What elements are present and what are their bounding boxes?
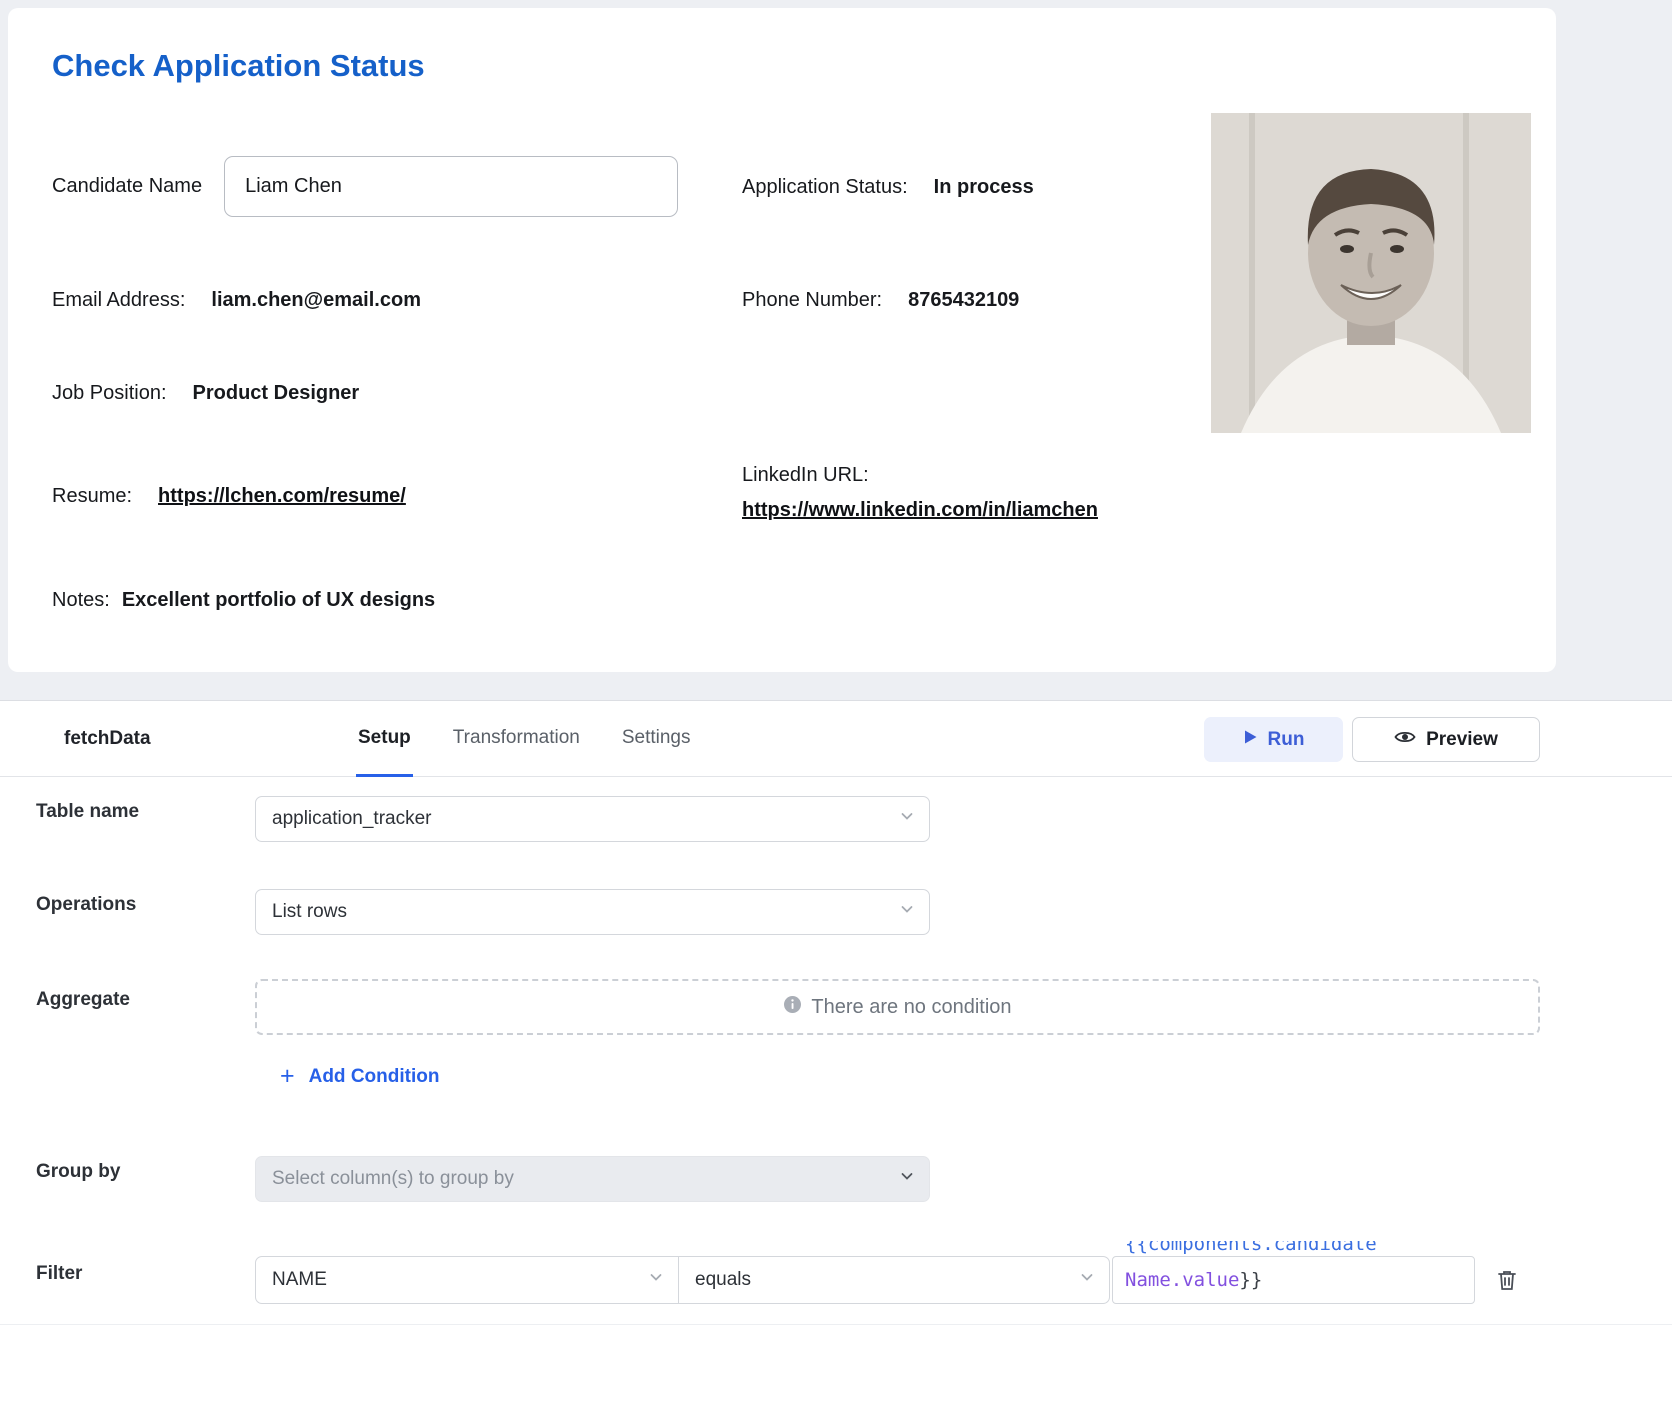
notes-label: Notes:: [52, 589, 110, 612]
query-name: fetchData: [64, 701, 151, 777]
table-name-select[interactable]: application_tracker: [255, 796, 930, 842]
notes-field: Notes: Excellent portfolio of UX designs: [52, 589, 435, 612]
linkedin-link[interactable]: https://www.linkedin.com/in/liamchen: [742, 499, 1098, 522]
eye-icon: [1394, 729, 1416, 751]
linkedin-field: LinkedIn URL: https://www.linkedin.com/i…: [742, 464, 1098, 522]
operations-select[interactable]: List rows: [255, 889, 930, 935]
group-by-select[interactable]: Select column(s) to group by: [255, 1156, 930, 1202]
candidate-name-label: Candidate Name: [52, 175, 202, 198]
table-name-label: Table name: [36, 801, 139, 823]
notes-value: Excellent portfolio of UX designs: [122, 589, 435, 612]
phone-value: 8765432109: [908, 289, 1019, 312]
resume-field: Resume: https://lchen.com/resume/: [52, 485, 406, 508]
email-value: liam.chen@email.com: [211, 289, 421, 312]
application-status-value: In process: [934, 176, 1034, 199]
app-canvas: Check Application Status Candidate Name: [0, 0, 1672, 1412]
plus-icon: +: [280, 1064, 295, 1089]
linkedin-label: LinkedIn URL:: [742, 464, 1098, 487]
group-by-placeholder: Select column(s) to group by: [272, 1168, 514, 1190]
chevron-down-icon: [1079, 1269, 1095, 1291]
aggregate-label: Aggregate: [36, 989, 130, 1011]
operations-label: Operations: [36, 894, 136, 916]
preview-button-label: Preview: [1426, 729, 1498, 751]
filter-value-input[interactable]: {{components.candidate Name.value}}: [1112, 1256, 1475, 1304]
filter-value-overflow-line: {{components.candidate: [1125, 1241, 1377, 1257]
chevron-down-icon: [899, 808, 915, 830]
group-by-label: Group by: [36, 1161, 120, 1183]
add-condition-label: Add Condition: [309, 1066, 440, 1088]
email-label: Email Address:: [52, 289, 185, 312]
application-status-label: Application Status:: [742, 176, 908, 199]
query-editor-header: fetchData Setup Transformation Settings …: [0, 701, 1672, 777]
trash-icon: [1496, 1268, 1518, 1295]
add-condition-button[interactable]: + Add Condition: [280, 1064, 439, 1089]
form-bottom-divider: [0, 1324, 1672, 1325]
tab-setup-label: Setup: [358, 727, 411, 749]
filter-operator-value: equals: [695, 1269, 751, 1291]
tab-transformation[interactable]: Transformation: [451, 701, 582, 777]
phone-field: Phone Number: 8765432109: [742, 289, 1019, 312]
page-title: Check Application Status: [52, 48, 425, 84]
run-button-label: Run: [1268, 729, 1305, 751]
candidate-name-field: Candidate Name: [52, 156, 678, 217]
query-editor-panel: fetchData Setup Transformation Settings …: [0, 700, 1672, 1412]
aggregate-empty-area: There are no condition: [255, 979, 1540, 1035]
email-field: Email Address: liam.chen@email.com: [52, 289, 421, 312]
operations-value: List rows: [272, 901, 347, 923]
aggregate-empty-text: There are no condition: [811, 996, 1011, 1019]
filter-label: Filter: [36, 1263, 82, 1285]
filter-operator-select[interactable]: equals: [678, 1256, 1110, 1304]
tab-transformation-label: Transformation: [453, 727, 580, 749]
resume-label: Resume:: [52, 485, 132, 508]
filter-column-select[interactable]: NAME: [255, 1256, 679, 1304]
table-name-value: application_tracker: [272, 808, 431, 830]
tab-setup[interactable]: Setup: [356, 701, 413, 777]
run-button[interactable]: Run: [1204, 717, 1343, 762]
play-icon: [1243, 729, 1258, 751]
application-status-card: Check Application Status Candidate Name: [8, 8, 1556, 672]
filter-value-line: Name.value}}: [1113, 1257, 1474, 1303]
query-tabs: Setup Transformation Settings: [356, 701, 693, 777]
job-position-field: Job Position: Product Designer: [52, 382, 359, 405]
preview-button[interactable]: Preview: [1352, 717, 1540, 762]
chevron-down-icon: [899, 1168, 915, 1190]
resume-link[interactable]: https://lchen.com/resume/: [158, 485, 406, 508]
candidate-name-input[interactable]: [224, 156, 678, 217]
job-position-value: Product Designer: [193, 382, 360, 405]
job-position-label: Job Position:: [52, 382, 167, 405]
tab-settings[interactable]: Settings: [620, 701, 693, 777]
candidate-photo: [1211, 113, 1531, 433]
chevron-down-icon: [648, 1269, 664, 1291]
delete-filter-button[interactable]: [1492, 1266, 1522, 1296]
chevron-down-icon: [899, 901, 915, 923]
info-icon: [783, 995, 802, 1020]
phone-label: Phone Number:: [742, 289, 882, 312]
filter-column-value: NAME: [272, 1269, 327, 1291]
tab-settings-label: Settings: [622, 727, 691, 749]
application-status-field: Application Status: In process: [742, 176, 1034, 199]
